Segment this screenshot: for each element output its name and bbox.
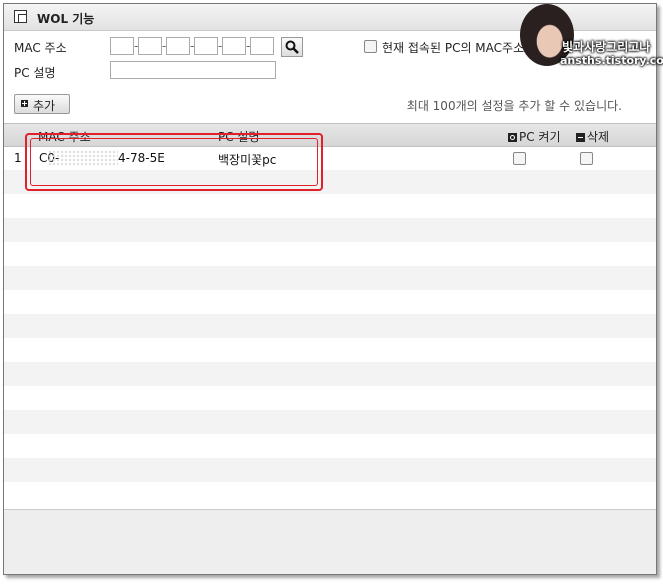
add-button-label: 추가 bbox=[33, 99, 56, 113]
blog-watermark: 빛과사랑그리고나 ansths.tistory.com bbox=[516, 4, 663, 70]
window-copy-icon bbox=[14, 10, 27, 23]
pc-description-input[interactable] bbox=[110, 61, 276, 79]
power-on-icon bbox=[508, 133, 517, 142]
mac-search-button[interactable] bbox=[281, 37, 303, 57]
highlight-box bbox=[25, 133, 323, 191]
watermark-line2: ansths.tistory.com bbox=[560, 54, 663, 67]
mac-octet-4-input[interactable] bbox=[194, 37, 218, 55]
mac-octet-2-input[interactable] bbox=[138, 37, 162, 55]
watermark-line1: 빛과사랑그리고나 bbox=[562, 40, 651, 54]
header-power-on[interactable]: PC 켜기 bbox=[508, 128, 561, 145]
row-delete-checkbox[interactable] bbox=[580, 152, 593, 165]
mac-address-label: MAC 주소 bbox=[14, 41, 67, 55]
plus-icon bbox=[21, 100, 28, 107]
current-pc-mac-checkbox[interactable] bbox=[364, 40, 377, 53]
wol-panel: WOL 기능 MAC 주소 - - - - - 현재 접속된 PC의 MAC주소… bbox=[3, 3, 657, 575]
add-button[interactable]: 추가 bbox=[14, 94, 70, 114]
header-delete[interactable]: 삭제 bbox=[576, 128, 609, 145]
pc-description-label: PC 설명 bbox=[14, 66, 56, 80]
wol-table-body: 1 C0- 4-78-5E 백장미꽃pc bbox=[4, 146, 656, 506]
current-pc-mac-label: 현재 접속된 PC의 MAC주소 bbox=[382, 41, 525, 55]
mac-octet-5-input[interactable] bbox=[222, 37, 246, 55]
row-power-on-checkbox[interactable] bbox=[513, 152, 526, 165]
mac-octet-6-input[interactable] bbox=[250, 37, 274, 55]
mac-octet-1-input[interactable] bbox=[110, 37, 134, 55]
panel-title: WOL 기능 bbox=[37, 12, 95, 26]
panel-footer bbox=[4, 509, 656, 574]
delete-icon bbox=[576, 133, 585, 142]
row-index: 1 bbox=[14, 151, 22, 165]
mac-octet-3-input[interactable] bbox=[166, 37, 190, 55]
limit-note: 최대 100개의 설정을 추가 할 수 있습니다. bbox=[406, 99, 622, 113]
search-icon bbox=[285, 40, 299, 54]
